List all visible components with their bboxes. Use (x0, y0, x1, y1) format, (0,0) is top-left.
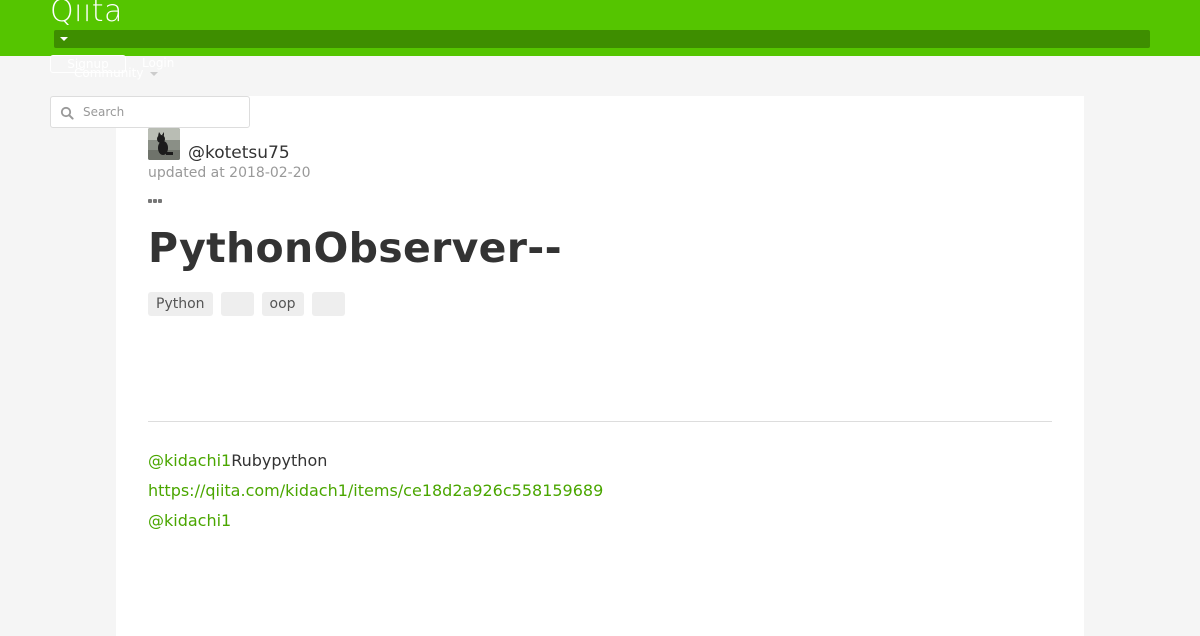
body-paragraph-3: @kidachi1 (148, 511, 231, 530)
more-options-icon[interactable] (148, 188, 163, 203)
reference-link[interactable]: https://qiita.com/kidach1/items/ce18d2a9… (148, 481, 603, 500)
body-text: Rubypython (231, 451, 328, 470)
qiita-logo[interactable]: Qiita (50, 0, 123, 29)
community-menu[interactable]: Community (74, 66, 143, 80)
search-icon (60, 106, 74, 120)
search-input[interactable] (81, 101, 241, 123)
search-box (50, 96, 250, 128)
login-link[interactable]: Login (142, 56, 174, 70)
tag-item[interactable]: Python (148, 292, 213, 316)
dog-avatar-image (148, 128, 180, 160)
global-header: Qiita (0, 0, 1200, 56)
article-title: PythonObserver-- (148, 224, 562, 272)
tag-item[interactable]: oop (261, 292, 304, 316)
chevron-down-icon (150, 72, 158, 76)
article-card: @kotetsu75 updated at 2018-02-20 PythonO… (116, 96, 1084, 636)
tag-item[interactable] (311, 292, 345, 316)
content-divider (148, 421, 1052, 422)
caret-down-icon (60, 37, 68, 41)
author-avatar[interactable] (148, 128, 180, 160)
mention-link[interactable]: @kidachi1 (148, 511, 231, 530)
nav-dropdown-bar[interactable] (54, 30, 1150, 48)
tag-list: Python oop (148, 292, 345, 316)
mention-link[interactable]: @kidachi1 (148, 451, 231, 470)
updated-at: updated at 2018-02-20 (148, 165, 311, 181)
body-paragraph-1: @kidachi1Rubypython (148, 451, 327, 470)
tag-item[interactable] (220, 292, 254, 316)
body-paragraph-2: https://qiita.com/kidach1/items/ce18d2a9… (148, 481, 603, 500)
author-username[interactable]: @kotetsu75 (188, 143, 290, 163)
